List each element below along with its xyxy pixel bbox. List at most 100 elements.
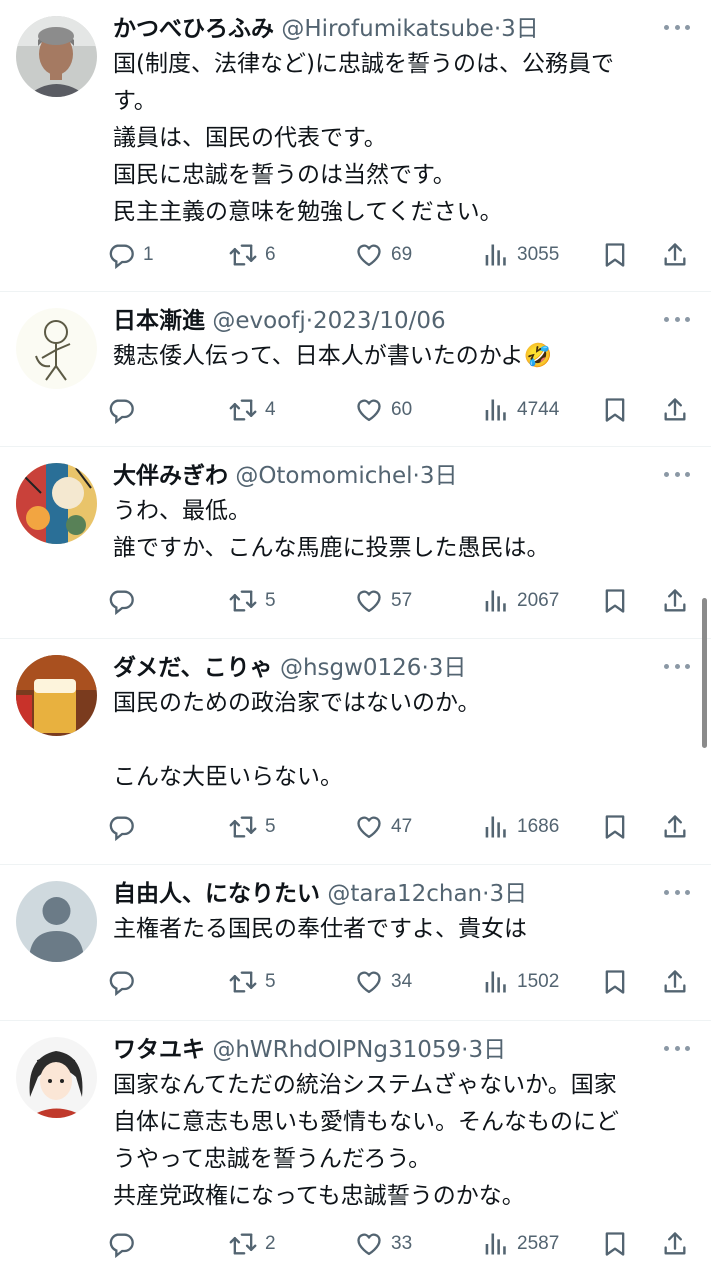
like-button[interactable]: 33 (355, 1224, 412, 1264)
user-handle[interactable]: @Hirofumikatsube (281, 16, 494, 42)
user-handle[interactable]: @Otomomichel (235, 463, 412, 489)
display-name[interactable]: 自由人、になりたい (113, 881, 320, 907)
views-icon (485, 244, 506, 266)
avatar[interactable] (16, 463, 97, 544)
text-line: 民主主義の意味を勉強してください。 (113, 199, 503, 225)
user-handle[interactable]: @hsgw0126 (280, 655, 422, 681)
reply-button[interactable] (107, 807, 143, 847)
like-button[interactable]: 34 (355, 962, 412, 1002)
like-icon (357, 590, 381, 613)
post-date[interactable]: 3日 (420, 463, 458, 489)
tweet[interactable]: 大伴みぎわ @Otomomichel·3日 うわ、最低。 誰ですか、こんな馬鹿に… (0, 447, 711, 639)
separator-dot: · (421, 655, 429, 681)
post-date[interactable]: 3日 (501, 16, 539, 42)
post-date[interactable]: 3日 (489, 881, 527, 907)
retweet-button[interactable]: 6 (229, 235, 276, 275)
retweet-button[interactable]: 5 (229, 581, 276, 621)
share-button[interactable] (661, 807, 689, 847)
like-button[interactable]: 57 (355, 581, 412, 621)
like-count: 60 (391, 399, 413, 420)
avatar[interactable] (16, 881, 97, 962)
share-button[interactable] (661, 235, 689, 275)
action-bar: 1 6 69 3055 (107, 235, 697, 275)
text-line: うわ、最低。 (113, 498, 251, 524)
tweet-text: 国民のための政治家ではないのか。 こんな大臣いらない。 (113, 685, 683, 796)
avatar-photo-man-icon (16, 16, 97, 97)
user-handle[interactable]: @tara12chan (327, 881, 482, 907)
bookmark-button[interactable] (601, 235, 629, 275)
views-button[interactable]: 2587 (481, 1224, 559, 1264)
post-date[interactable]: 3日 (429, 655, 467, 681)
reply-icon (109, 244, 134, 269)
share-icon (664, 1232, 686, 1255)
more-icon[interactable] (661, 1035, 693, 1061)
display-name[interactable]: 大伴みぎわ (113, 463, 228, 489)
more-icon[interactable] (661, 14, 693, 40)
like-icon (357, 816, 381, 839)
bookmark-button[interactable] (601, 1224, 629, 1264)
like-button[interactable]: 47 (355, 807, 412, 847)
display-name[interactable]: かつべひろふみ (113, 16, 274, 42)
scrollbar[interactable] (702, 598, 707, 748)
like-button[interactable]: 60 (355, 390, 412, 430)
reply-button[interactable] (107, 390, 143, 430)
tweet[interactable]: かつべひろふみ @Hirofumikatsube·3日 国(制度、法律など)に忠… (0, 0, 711, 292)
display-name[interactable]: ワタユキ (113, 1037, 205, 1063)
more-icon[interactable] (661, 653, 693, 679)
retweet-icon (229, 971, 257, 993)
like-count: 69 (391, 244, 413, 265)
retweet-count: 4 (265, 399, 276, 420)
avatar-beer-photo-icon (16, 655, 97, 736)
share-button[interactable] (661, 962, 689, 1002)
share-button[interactable] (661, 1224, 689, 1264)
reply-icon (109, 816, 134, 841)
like-button[interactable]: 69 (355, 235, 412, 275)
more-icon[interactable] (661, 306, 693, 332)
reply-button[interactable] (107, 1224, 143, 1264)
share-icon (664, 815, 686, 838)
reply-button[interactable] (107, 962, 143, 1002)
user-handle[interactable]: @hWRhdOlPNg31059 (212, 1037, 461, 1063)
post-date[interactable]: 3日 (468, 1037, 506, 1063)
avatar[interactable] (16, 655, 97, 736)
more-icon[interactable] (661, 461, 693, 487)
bookmark-button[interactable] (601, 962, 629, 1002)
share-button[interactable] (661, 581, 689, 621)
views-button[interactable]: 1502 (481, 962, 559, 1002)
retweet-count: 6 (265, 244, 276, 265)
avatar[interactable] (16, 16, 97, 97)
post-date[interactable]: 2023/10/06 (313, 308, 446, 334)
views-button[interactable]: 1686 (481, 807, 559, 847)
tweet[interactable]: 自由人、になりたい @tara12chan·3日 主権者たる国民の奉仕者ですよ、… (0, 865, 711, 1021)
share-button[interactable] (661, 390, 689, 430)
tweet-text: 主権者たる国民の奉仕者ですよ、貴女は (113, 911, 683, 948)
tweet[interactable]: 日本漸進 @evoofj·2023/10/06 魏志倭人伝って、日本人が書いたの… (0, 292, 711, 447)
display-name[interactable]: 日本漸進 (113, 308, 205, 334)
tweet[interactable]: ワタユキ @hWRhdOlPNg31059·3日 国家なんてただの統治システムざ… (0, 1021, 711, 1280)
bookmark-button[interactable] (601, 390, 629, 430)
bookmark-button[interactable] (601, 581, 629, 621)
views-button[interactable]: 2067 (481, 581, 559, 621)
retweet-icon (229, 1233, 257, 1255)
more-icon[interactable] (661, 879, 693, 905)
retweet-button[interactable]: 2 (229, 1224, 276, 1264)
views-button[interactable]: 4744 (481, 390, 559, 430)
reply-button[interactable] (107, 581, 143, 621)
bookmark-icon (605, 1232, 625, 1256)
retweet-button[interactable]: 5 (229, 962, 276, 1002)
reply-button[interactable]: 1 (107, 235, 154, 275)
user-handle[interactable]: @evoofj (212, 308, 305, 334)
retweet-button[interactable]: 4 (229, 390, 276, 430)
views-button[interactable]: 3055 (481, 235, 559, 275)
avatar[interactable] (16, 1037, 97, 1118)
display-name[interactable]: ダメだ、こりゃ (113, 655, 273, 681)
tweet[interactable]: ダメだ、こりゃ @hsgw0126·3日 国民のための政治家ではないのか。 こん… (0, 639, 711, 865)
avatar[interactable] (16, 308, 97, 389)
bookmark-button[interactable] (601, 807, 629, 847)
action-bar: 5 57 2067 (107, 581, 697, 621)
reply-icon (109, 971, 134, 996)
like-icon (357, 1233, 381, 1256)
text-line: 魏志倭人伝って、日本人が書いたのかよ🤣 (113, 343, 553, 369)
retweet-button[interactable]: 5 (229, 807, 276, 847)
text-line (113, 722, 683, 759)
